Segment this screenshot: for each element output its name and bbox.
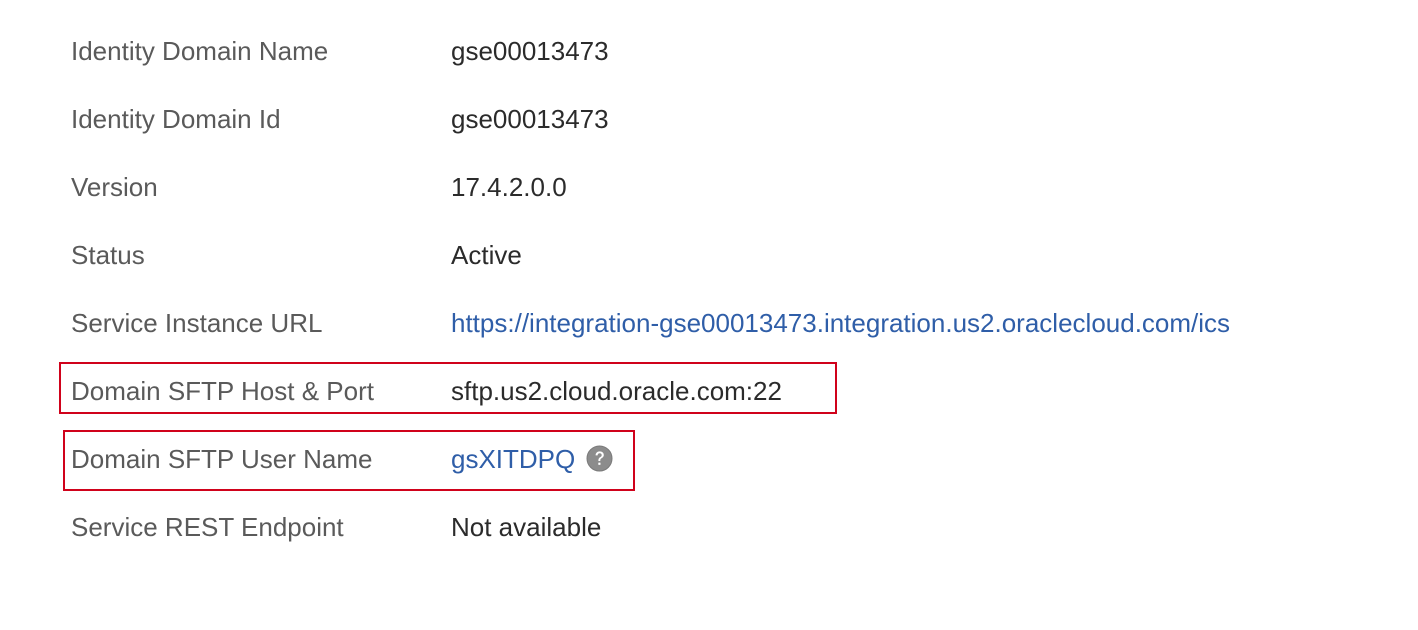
service-rest-endpoint-label: Service REST Endpoint <box>71 512 344 542</box>
domain-sftp-user-name-link[interactable]: gsXITDPQ <box>451 439 575 479</box>
service-instance-url-label: Service Instance URL <box>71 308 323 338</box>
detail-row-domain-sftp-host-port: Domain SFTP Host & Port sftp.us2.cloud.o… <box>0 371 1418 411</box>
service-rest-endpoint-value: Not available <box>451 512 602 542</box>
service-instance-url-value: https://integration-gse00013473.integrat… <box>451 303 1230 343</box>
domain-sftp-user-name-label: Domain SFTP User Name <box>71 444 373 474</box>
domain-sftp-host-port-value: sftp.us2.cloud.oracle.com:22 <box>451 376 782 406</box>
status-value: Active <box>451 240 522 270</box>
service-instance-url-link[interactable]: https://integration-gse00013473.integrat… <box>451 303 1230 343</box>
domain-sftp-host-port-label: Domain SFTP Host & Port <box>71 376 374 406</box>
status-label: Status <box>71 240 145 270</box>
help-icon-graphic <box>586 445 613 471</box>
version-value: 17.4.2.0.0 <box>451 172 567 202</box>
identity-domain-name-value: gse00013473 <box>451 36 609 66</box>
identity-domain-id-label: Identity Domain Id <box>71 104 281 134</box>
detail-row-identity-domain-name: Identity Domain Name gse00013473 <box>0 31 1418 71</box>
detail-row-identity-domain-id: Identity Domain Id gse00013473 <box>0 99 1418 139</box>
identity-domain-name-label: Identity Domain Name <box>71 36 329 66</box>
detail-row-service-rest-endpoint: Service REST Endpoint Not available <box>0 507 1418 547</box>
version-label: Version <box>71 172 158 202</box>
detail-row-domain-sftp-user-name: Domain SFTP User Name gsXITDPQ <box>0 439 1418 479</box>
help-icon[interactable] <box>586 443 613 471</box>
detail-row-status: Status Active <box>0 235 1418 275</box>
domain-sftp-user-name-value: gsXITDPQ <box>451 439 613 479</box>
detail-row-service-instance-url: Service Instance URL https://integration… <box>0 303 1418 343</box>
identity-domain-id-value: gse00013473 <box>451 104 609 134</box>
detail-row-version: Version 17.4.2.0.0 <box>0 167 1418 207</box>
